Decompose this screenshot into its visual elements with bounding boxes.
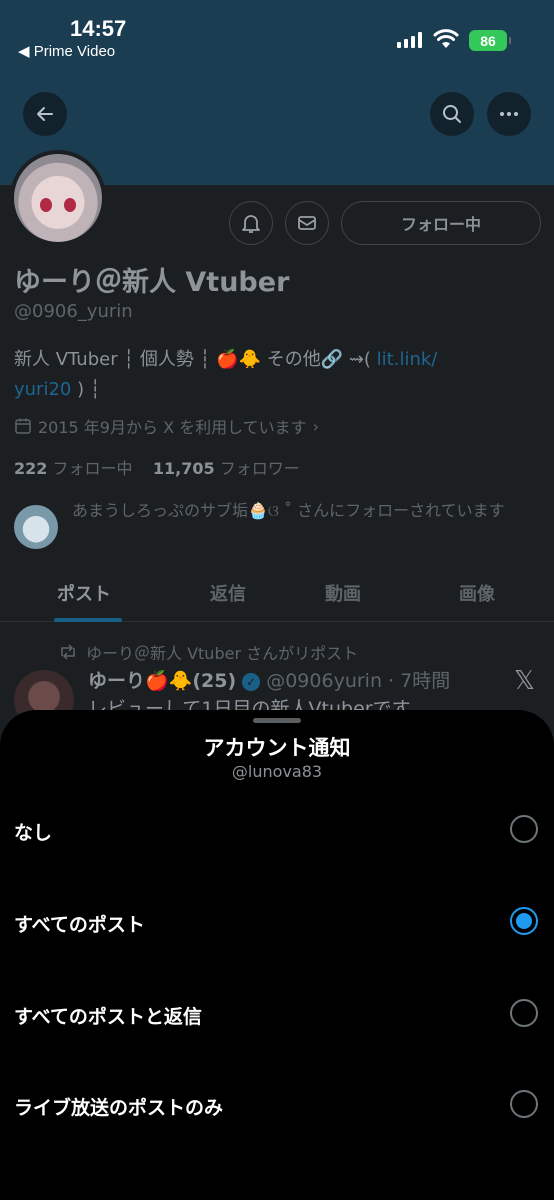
- cellular-signal-icon: [397, 32, 422, 48]
- option-live-only[interactable]: ライブ放送のポストのみ: [0, 1067, 554, 1147]
- bio-link-cont[interactable]: yuri20: [14, 379, 71, 400]
- profile-tabs: ポスト 返信 動画 画像: [0, 568, 554, 622]
- repost-indicator: ゆーり＠新人 Vtuber さんがリポスト: [58, 640, 358, 664]
- x-logo-icon: 𝕏: [514, 666, 535, 696]
- arrow-left-icon: [37, 107, 53, 121]
- display-name: ゆーり＠新人 Vtuber: [14, 267, 290, 298]
- follow-counts: 222 フォロー中 11,705 フォロワー: [14, 455, 300, 479]
- notification-bell-button[interactable]: [229, 201, 273, 245]
- post-author[interactable]: ゆーり🍎🐥(25): [88, 670, 236, 692]
- active-tab-indicator: [54, 618, 122, 622]
- back-button[interactable]: [23, 92, 67, 136]
- tab-videos[interactable]: 動画: [325, 580, 361, 606]
- follower-avatar: [14, 505, 58, 549]
- calendar-icon: [15, 418, 31, 434]
- option-label: すべてのポスト: [14, 914, 145, 936]
- user-handle: @0906_yurin: [14, 301, 133, 322]
- radio-button[interactable]: [510, 815, 538, 843]
- more-icon: [500, 112, 518, 116]
- option-posts-and-replies[interactable]: すべてのポストと返信: [0, 976, 554, 1056]
- post-meta: @0906yurin · 7時間: [266, 670, 451, 692]
- option-label: ライブ放送のポストのみ: [14, 1097, 224, 1119]
- option-label: なし: [14, 822, 53, 844]
- followed-by-row[interactable]: あまうしろっぷのサブ垢🧁ଓ ˚ さんにフォローされています: [14, 497, 544, 549]
- bio-text: 新人 VTuber ┆ 個人勢 ┆ 🍎🐥 その他🔗 ⇝(: [14, 349, 377, 370]
- sheet-subtitle: @lunova83: [231, 762, 323, 781]
- option-none[interactable]: なし: [0, 792, 554, 872]
- sheet-grabber[interactable]: [253, 718, 301, 723]
- battery-indicator: 86: [469, 30, 511, 51]
- tab-images[interactable]: 画像: [459, 580, 495, 606]
- sheet-title: アカウント通知: [203, 736, 351, 760]
- radio-button[interactable]: [510, 999, 538, 1027]
- repost-icon: [61, 644, 75, 660]
- bio-link[interactable]: lit.link/: [377, 349, 438, 370]
- bio-end: ) ┆: [71, 379, 101, 400]
- profile-bio: 新人 VTuber ┆ 個人勢 ┆ 🍎🐥 その他🔗 ⇝( lit.link/ y…: [14, 345, 534, 405]
- joined-date[interactable]: 2015 年9月から X を利用しています ›: [14, 414, 319, 438]
- radio-button-selected[interactable]: [510, 907, 538, 935]
- profile-avatar[interactable]: [10, 150, 106, 246]
- search-icon: [443, 105, 461, 123]
- option-label: すべてのポストと返信: [14, 1006, 202, 1028]
- following-button[interactable]: フォロー中: [341, 201, 541, 245]
- tab-posts[interactable]: ポスト: [57, 580, 111, 606]
- following-label[interactable]: フォロー中: [53, 459, 133, 478]
- joined-text: 2015 年9月から X を利用しています: [38, 418, 307, 437]
- more-options-button[interactable]: [487, 92, 531, 136]
- following-count[interactable]: 222: [14, 459, 47, 478]
- repost-text: ゆーり＠新人 Vtuber さんがリポスト: [86, 644, 359, 663]
- radio-button[interactable]: [510, 1090, 538, 1118]
- bell-plus-icon: [242, 215, 260, 233]
- account-notification-sheet: アカウント通知 @lunova83 なし すべてのポスト すべてのポストと返信 …: [0, 710, 554, 1200]
- message-button[interactable]: [285, 201, 329, 245]
- search-button[interactable]: [430, 92, 474, 136]
- post-header: ゆーり🍎🐥(25) ✓ @0906yurin · 7時間: [88, 666, 450, 693]
- followers-count[interactable]: 11,705: [153, 459, 215, 478]
- back-to-app-link[interactable]: ◀ Prime Video: [18, 42, 115, 60]
- followers-label[interactable]: フォロワー: [220, 459, 300, 478]
- wifi-icon: [433, 29, 459, 48]
- status-bar: 14:57 ◀ Prime Video 86: [0, 0, 554, 70]
- envelope-icon: [298, 216, 316, 230]
- option-all-posts[interactable]: すべてのポスト: [0, 884, 554, 964]
- verified-badge-icon: ✓: [242, 673, 261, 691]
- tab-replies[interactable]: 返信: [210, 580, 246, 606]
- followed-by-text: あまうしろっぷのサブ垢🧁ଓ ˚ さんにフォローされています: [72, 501, 505, 520]
- status-time: 14:57: [70, 16, 127, 41]
- chevron-right-icon: ›: [312, 416, 320, 436]
